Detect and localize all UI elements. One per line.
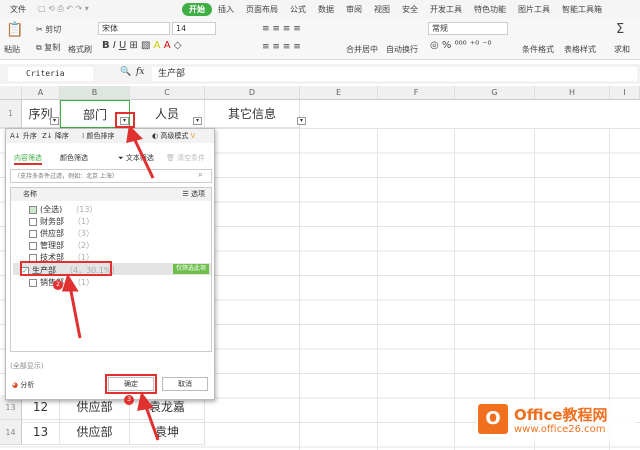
arrow-1 <box>131 135 155 179</box>
watermark-brand: Office教程网 <box>514 406 608 424</box>
annotation-arrows <box>61 124 160 441</box>
arrow-3-head <box>137 391 154 411</box>
arrow-2-head <box>61 273 79 292</box>
watermark-url: www.office26.com <box>514 424 606 435</box>
arrow-3 <box>143 403 160 441</box>
arrow-2 <box>68 285 82 339</box>
arrow-1-head <box>126 124 143 144</box>
office-logo-icon: O <box>478 404 508 434</box>
watermark: O Office教程网 www.office26.com <box>476 400 636 442</box>
